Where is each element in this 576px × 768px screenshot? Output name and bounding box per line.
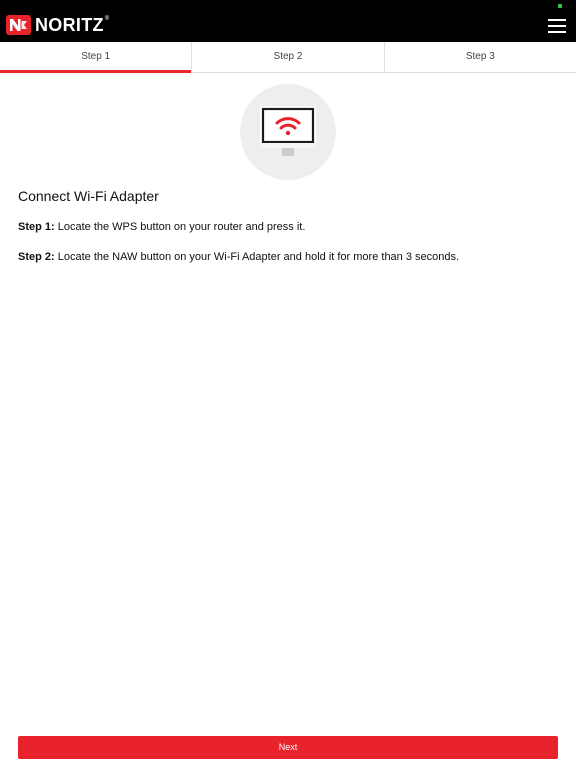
monitor-wifi-icon <box>260 106 316 156</box>
tab-step-2[interactable]: Step 2 <box>191 42 383 72</box>
page-title: Connect Wi-Fi Adapter <box>18 188 159 204</box>
noritz-n-logo-icon <box>6 15 31 35</box>
tab-step-1[interactable]: Step 1 <box>0 42 192 73</box>
tab-step-3[interactable]: Step 3 <box>383 42 576 72</box>
next-button[interactable]: Next <box>18 736 558 759</box>
monitor-wifi-illustration <box>240 84 336 180</box>
brand-name: NORITZ <box>35 15 104 35</box>
step-tabs: Step 1 Step 2 Step 3 <box>0 42 576 73</box>
step-1-label: Step 1: <box>18 221 55 233</box>
brand-logo: NORITZ ® <box>6 15 109 35</box>
registered-mark: ® <box>104 16 110 22</box>
step-1-text: Locate the WPS button on your router and… <box>54 221 306 233</box>
step-2-text: Locate the NAW button on your Wi-Fi Adap… <box>54 251 460 263</box>
hamburger-menu-icon[interactable] <box>548 19 566 33</box>
instruction-step-2: Step 2: Locate the NAW button on your Wi… <box>18 251 459 263</box>
instruction-step-1: Step 1: Locate the WPS button on your ro… <box>18 221 305 233</box>
app-header: NORITZ ® <box>0 0 576 42</box>
step-2-label: Step 2: <box>18 251 55 263</box>
status-indicator <box>558 4 562 8</box>
app-screen: NORITZ ® Step 1 Step 2 Step 3 Connect Wi… <box>0 0 576 768</box>
